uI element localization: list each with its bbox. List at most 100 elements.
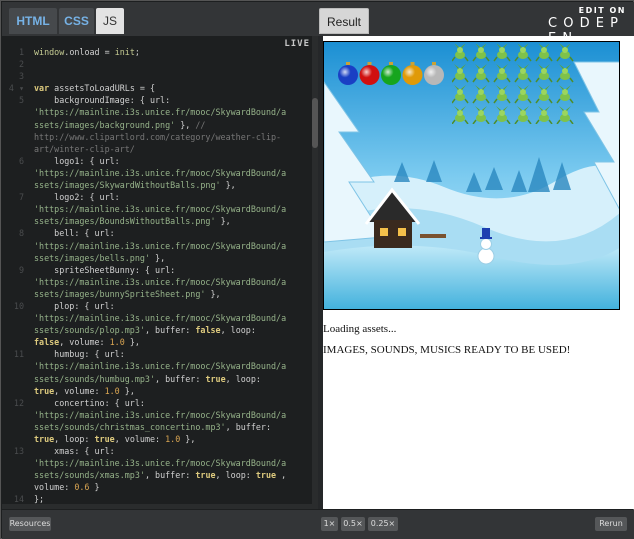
code-line[interactable]: volume: 0.6 } (2, 481, 310, 493)
code-line[interactable]: 12 concertino: { url: (2, 397, 310, 409)
code-line[interactable]: 'https://mainline.i3s.unice.fr/mooc/Skyw… (2, 167, 310, 179)
code-text: concertino: { url: (34, 397, 145, 408)
code-line[interactable]: http://www.clipartlord.com/category/weat… (2, 131, 310, 143)
line-number (2, 167, 34, 179)
code-line[interactable]: 'https://mainline.i3s.unice.fr/mooc/Skyw… (2, 106, 310, 118)
line-number (2, 106, 34, 118)
code-line[interactable]: 'https://mainline.i3s.unice.fr/mooc/Skyw… (2, 457, 310, 469)
line-number (2, 360, 34, 372)
code-text: 'https://mainline.i3s.unice.fr/mooc/Skyw… (34, 204, 287, 215)
top-bar: HTML CSS JS Result EDIT ON C O D E P E N (2, 2, 634, 46)
codepen-logo[interactable]: EDIT ON C O D E P E N (548, 6, 626, 46)
editor-horizontal-scrollbar[interactable] (2, 504, 312, 509)
code-line[interactable]: 9 spriteSheetBunny: { url: (2, 264, 310, 276)
code-line[interactable]: ssets/sounds/plop.mp3', buffer: false, l… (2, 324, 310, 336)
bunny-sprite (556, 43, 574, 62)
code-line[interactable]: 10 plop: { url: (2, 300, 310, 312)
bunny-sprite (472, 106, 490, 125)
code-line[interactable]: ssets/sounds/xmas.mp3', buffer: true, lo… (2, 469, 310, 481)
code-line[interactable]: 'https://mainline.i3s.unice.fr/mooc/Skyw… (2, 312, 310, 324)
tab-result[interactable]: Result (319, 8, 369, 34)
bunny-sprite (514, 43, 532, 62)
bunny-sprite (451, 106, 469, 125)
bunny-sprite-sheet (451, 43, 580, 125)
code-text: art/winter-clip-art/ (34, 143, 135, 154)
code-line[interactable]: 5 backgroundImage: { url: (2, 94, 310, 106)
code-line[interactable]: 13 xmas: { url: (2, 445, 310, 457)
bunny-sprite (514, 85, 532, 104)
tab-css[interactable]: CSS (59, 8, 94, 34)
line-number (2, 131, 34, 143)
line-number: 5 (18, 95, 24, 106)
line-number (2, 288, 34, 300)
code-line[interactable]: ssets/images/SkywardWithoutBalls.png' }, (2, 179, 310, 191)
code-line[interactable]: 11 humbug: { url: (2, 348, 310, 360)
bunny-sprite (556, 64, 574, 83)
zoom-1x-button[interactable]: 1× (321, 517, 338, 531)
js-editor[interactable]: LIVE 1 window.onload = init; 2 3 4 ▾ var asse… (2, 36, 318, 509)
resources-button[interactable]: Resources (9, 517, 51, 531)
code-line[interactable]: true, loop: true, volume: 1.0 }, (2, 433, 310, 445)
tab-js[interactable]: JS (96, 8, 124, 34)
bottom-bar: Resources 1× 0.5× 0.25× Rerun (2, 510, 634, 539)
bunny-sprite (493, 64, 511, 83)
code-text: 'https://mainline.i3s.unice.fr/mooc/Skyw… (34, 276, 287, 287)
code-line[interactable]: ssets/sounds/christmas_concertino.mp3', … (2, 421, 310, 433)
tab-html[interactable]: HTML (9, 8, 57, 34)
code-line[interactable]: false, volume: 1.0 }, (2, 336, 310, 348)
rerun-button[interactable]: Rerun (595, 517, 627, 531)
ornament-balls (337, 62, 449, 86)
code-text: bell: { url: (34, 228, 115, 239)
code-line[interactable]: 7 logo2: { url: (2, 191, 310, 203)
code-text: volume: 0.6 } (34, 482, 100, 493)
line-number (2, 215, 34, 227)
code-line[interactable]: 6 logo1: { url: (2, 155, 310, 167)
code-line[interactable]: 'https://mainline.i3s.unice.fr/mooc/Skyw… (2, 360, 310, 372)
code-line[interactable]: 3 (2, 70, 310, 82)
code-line[interactable]: ssets/images/bells.png' }, (2, 252, 310, 264)
zoom-025x-button[interactable]: 0.25× (368, 517, 398, 531)
zoom-05x-button[interactable]: 0.5× (341, 517, 365, 531)
game-canvas[interactable] (323, 41, 620, 310)
code-line[interactable]: 'https://mainline.i3s.unice.fr/mooc/Skyw… (2, 409, 310, 421)
line-number (2, 457, 34, 469)
bunny-sprite (535, 43, 553, 62)
bunny-sprite (472, 64, 490, 83)
line-number (2, 336, 34, 348)
code-line[interactable]: true, volume: 1.0 }, (2, 385, 310, 397)
code-line[interactable]: ssets/sounds/humbug.mp3', buffer: true, … (2, 373, 310, 385)
bunny-sprite (493, 106, 511, 125)
code-line[interactable]: 4 ▾ var assetsToLoadURLs = { (2, 82, 310, 94)
code-text: ssets/images/BoundsWithoutBalls.png' }, (34, 216, 231, 227)
code-line[interactable]: 'https://mainline.i3s.unice.fr/mooc/Skyw… (2, 240, 310, 252)
bunny-sprite (556, 106, 574, 125)
code-line[interactable]: ssets/images/bunnySpriteSheet.png' }, (2, 288, 310, 300)
code-line[interactable]: 2 (2, 58, 310, 70)
status-loading-text: Loading assets... (323, 323, 397, 335)
code-text: window.onload = init; (34, 47, 140, 57)
line-number (2, 119, 34, 131)
line-number (2, 324, 34, 336)
bunny-sprite (472, 85, 490, 104)
code-line[interactable]: art/winter-clip-art/ (2, 143, 310, 155)
line-number (2, 252, 34, 264)
code-line[interactable]: 'https://mainline.i3s.unice.fr/mooc/Skyw… (2, 203, 310, 215)
code-line[interactable]: 'https://mainline.i3s.unice.fr/mooc/Skyw… (2, 276, 310, 288)
line-number (2, 143, 34, 155)
code-line[interactable]: 1 window.onload = init; (2, 46, 310, 58)
code-text: backgroundImage: { url: (34, 95, 171, 106)
code-text: ssets/sounds/christmas_concertino.mp3', … (34, 421, 271, 432)
line-number (2, 179, 34, 191)
code-lines[interactable]: 1 window.onload = init; 2 3 4 ▾ var assetsToL… (2, 46, 310, 509)
code-text: plop: { url: (34, 300, 115, 311)
code-line[interactable]: ssets/images/background.png' }, // (2, 119, 310, 131)
code-line[interactable]: 8 bell: { url: (2, 227, 310, 239)
code-text: spriteSheetBunny: { url: (34, 264, 176, 275)
code-text: var assetsToLoadURLs = { (34, 83, 156, 94)
code-text: 'https://mainline.i3s.unice.fr/mooc/Skyw… (34, 313, 287, 324)
code-text: ssets/sounds/humbug.mp3', buffer: true, … (34, 373, 261, 384)
code-line[interactable]: ssets/images/BoundsWithoutBalls.png' }, (2, 215, 310, 227)
line-number: 2 (18, 59, 24, 70)
line-number: 1 (18, 47, 24, 57)
result-pane: Loading assets... IMAGES, SOUNDS, MUSICS… (323, 36, 634, 509)
